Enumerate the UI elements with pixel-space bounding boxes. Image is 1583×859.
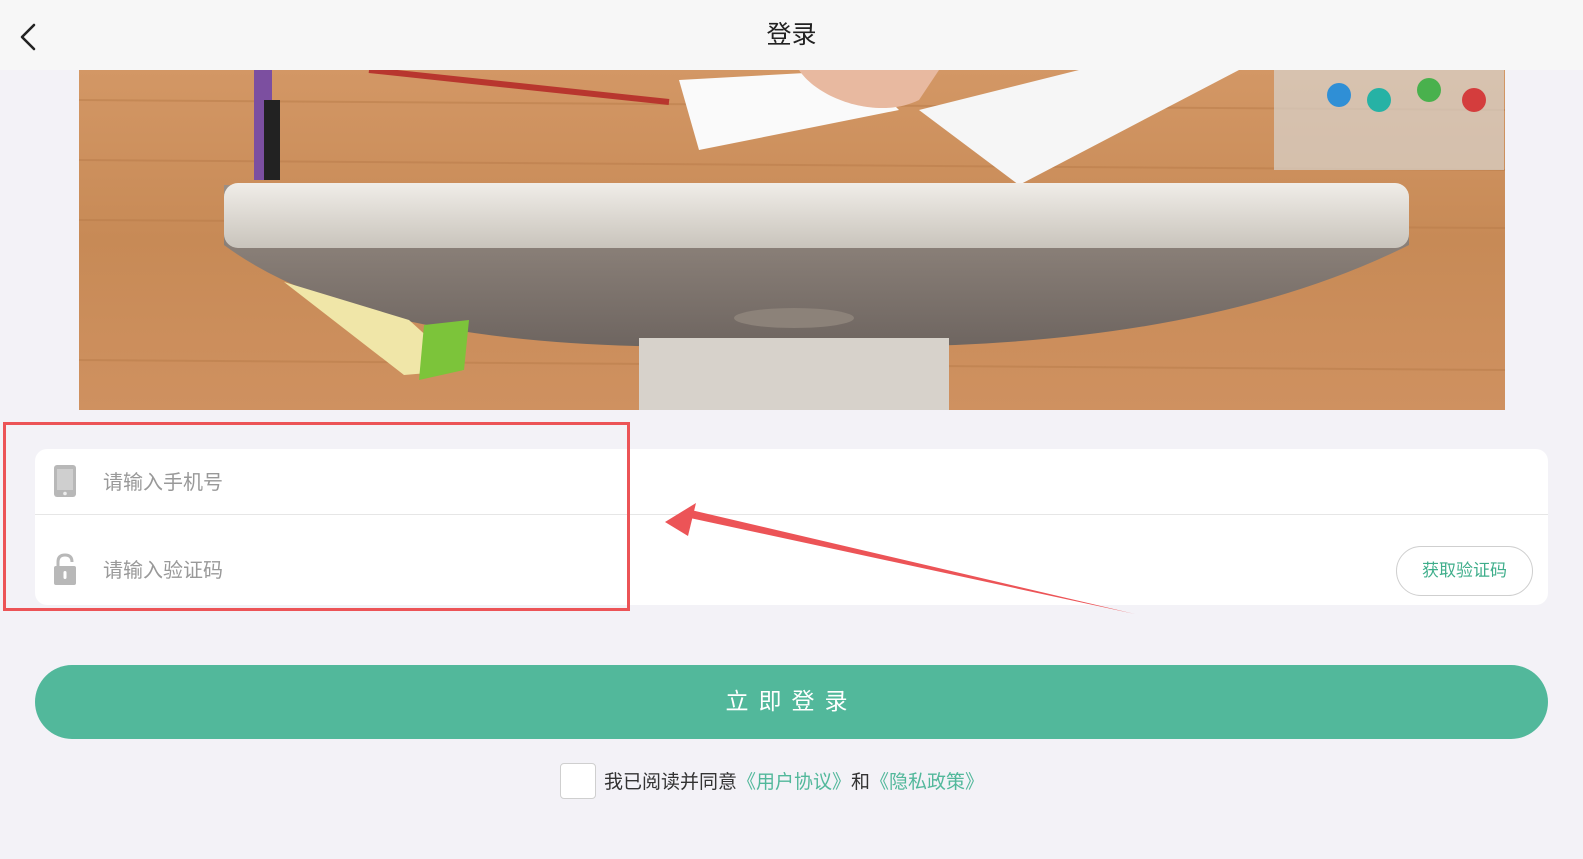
phone-row bbox=[35, 449, 1548, 515]
lock-icon bbox=[54, 553, 76, 585]
agreement-checkbox[interactable] bbox=[560, 763, 596, 799]
banner-image bbox=[79, 70, 1505, 410]
code-input[interactable] bbox=[101, 549, 1005, 591]
user-agreement-link[interactable]: 《用户协议》 bbox=[737, 771, 851, 793]
get-code-button[interactable]: 获取验证码 bbox=[1396, 546, 1533, 596]
phone-input[interactable] bbox=[101, 461, 1005, 503]
agreement-and: 和 bbox=[851, 771, 871, 793]
login-button[interactable]: 立即登录 bbox=[35, 665, 1548, 739]
top-bar: 登录 bbox=[0, 0, 1583, 70]
privacy-policy-link[interactable]: 《隐私政策》 bbox=[870, 771, 984, 793]
code-row: 获取验证码 bbox=[35, 515, 1548, 605]
login-form: 获取验证码 bbox=[35, 449, 1548, 605]
agreement-prefix: 我已阅读并同意 bbox=[604, 771, 738, 793]
phone-icon bbox=[54, 465, 76, 497]
page-title: 登录 bbox=[766, 20, 817, 49]
